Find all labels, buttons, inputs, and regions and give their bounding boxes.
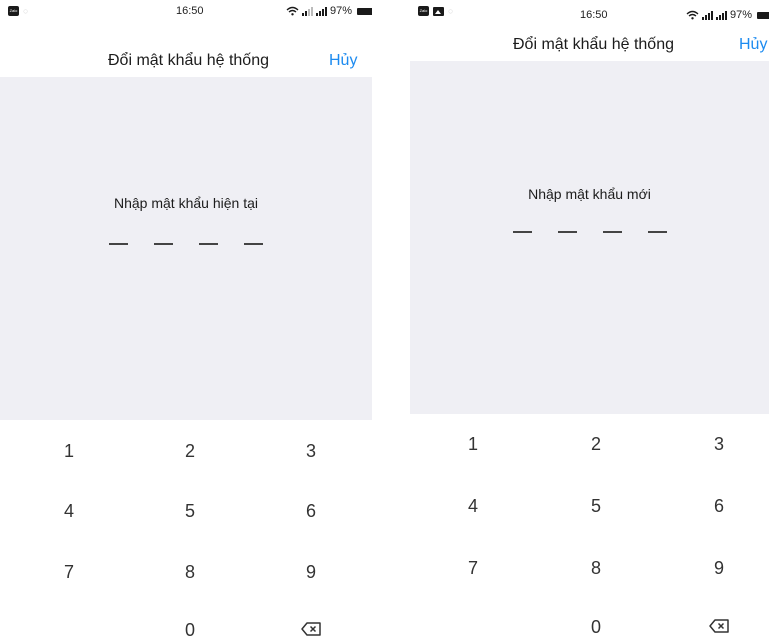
cancel-button[interactable]: Hủy	[739, 36, 767, 54]
image-notification-icon	[433, 6, 444, 16]
screen-new-password: Zalo ○ 16:50 97% Đổi mật khẩu hệ thống H…	[410, 0, 769, 640]
status-indicators: 97%	[686, 9, 769, 21]
status-time: 16:50	[580, 9, 608, 21]
screen-current-password: Zalo ○ 16:50 97% Đổi mật khẩu hệ thống H…	[0, 0, 372, 640]
backspace-key[interactable]	[699, 617, 739, 638]
signal-icon	[302, 6, 313, 16]
pin-prompt: Nhập mật khẩu mới	[528, 186, 651, 202]
pin-digit-slot	[557, 231, 577, 233]
page-title: Đổi mật khẩu hệ thống	[513, 36, 674, 53]
pin-digit-slot	[109, 243, 128, 245]
key-5[interactable]: 5	[576, 496, 616, 517]
page-title: Đổi mật khẩu hệ thống	[108, 52, 269, 69]
zalo-app-icon: Zalo	[418, 6, 429, 16]
backspace-icon	[301, 622, 321, 636]
pin-dashes	[0, 243, 372, 245]
zalo-app-icon: Zalo	[8, 6, 19, 16]
key-0[interactable]: 0	[170, 620, 210, 640]
status-bar: Zalo ○ 16:50 97%	[410, 0, 769, 22]
pin-digit-slot	[199, 243, 218, 245]
pin-digit-slot	[512, 231, 532, 233]
battery-percent: 97%	[730, 9, 753, 21]
signal-icon	[702, 10, 713, 20]
notification-icons: Zalo ○	[8, 6, 29, 16]
key-7[interactable]: 7	[453, 558, 493, 579]
key-9[interactable]: 9	[291, 562, 331, 583]
key-6[interactable]: 6	[291, 501, 331, 522]
key-6[interactable]: 6	[699, 496, 739, 517]
key-3[interactable]: 3	[291, 441, 331, 462]
key-2[interactable]: 2	[576, 434, 616, 455]
status-time: 16:50	[176, 5, 204, 17]
key-1[interactable]: 1	[49, 441, 89, 462]
key-8[interactable]: 8	[170, 562, 210, 583]
pin-prompt: Nhập mật khẩu hiện tại	[114, 195, 258, 211]
key-1[interactable]: 1	[453, 434, 493, 455]
pin-digit-slot	[647, 231, 667, 233]
status-bar: Zalo ○ 16:50 97%	[0, 0, 372, 22]
battery-percent: 97%	[330, 5, 353, 17]
key-4[interactable]: 4	[49, 501, 89, 522]
key-0[interactable]: 0	[576, 617, 616, 638]
wifi-icon	[286, 6, 299, 16]
key-2[interactable]: 2	[170, 441, 210, 462]
wifi-icon	[686, 10, 699, 20]
backspace-icon	[709, 619, 729, 633]
key-3[interactable]: 3	[699, 434, 739, 455]
backspace-key[interactable]	[291, 620, 331, 640]
battery-icon	[757, 11, 769, 19]
pin-digit-slot	[602, 231, 622, 233]
pin-digit-slot	[154, 243, 173, 245]
faint-notification-icon: ○	[23, 6, 30, 16]
key-8[interactable]: 8	[576, 558, 616, 579]
pin-entry-panel: Nhập mật khẩu hiện tại	[0, 77, 372, 420]
notification-icons: Zalo ○	[418, 6, 454, 16]
pin-digit-slot	[244, 243, 263, 245]
battery-icon	[357, 7, 372, 15]
key-5[interactable]: 5	[170, 501, 210, 522]
cancel-button[interactable]: Hủy	[329, 52, 357, 70]
pin-entry-panel: Nhập mật khẩu mới	[410, 61, 769, 414]
header: Đổi mật khẩu hệ thống Hủy	[0, 36, 372, 76]
signal-icon	[316, 6, 327, 16]
signal-icon	[716, 10, 727, 20]
key-9[interactable]: 9	[699, 558, 739, 579]
faint-notification-icon: ○	[448, 6, 455, 16]
pin-dashes	[410, 231, 769, 233]
status-indicators: 97%	[286, 5, 372, 17]
key-7[interactable]: 7	[49, 562, 89, 583]
key-4[interactable]: 4	[453, 496, 493, 517]
